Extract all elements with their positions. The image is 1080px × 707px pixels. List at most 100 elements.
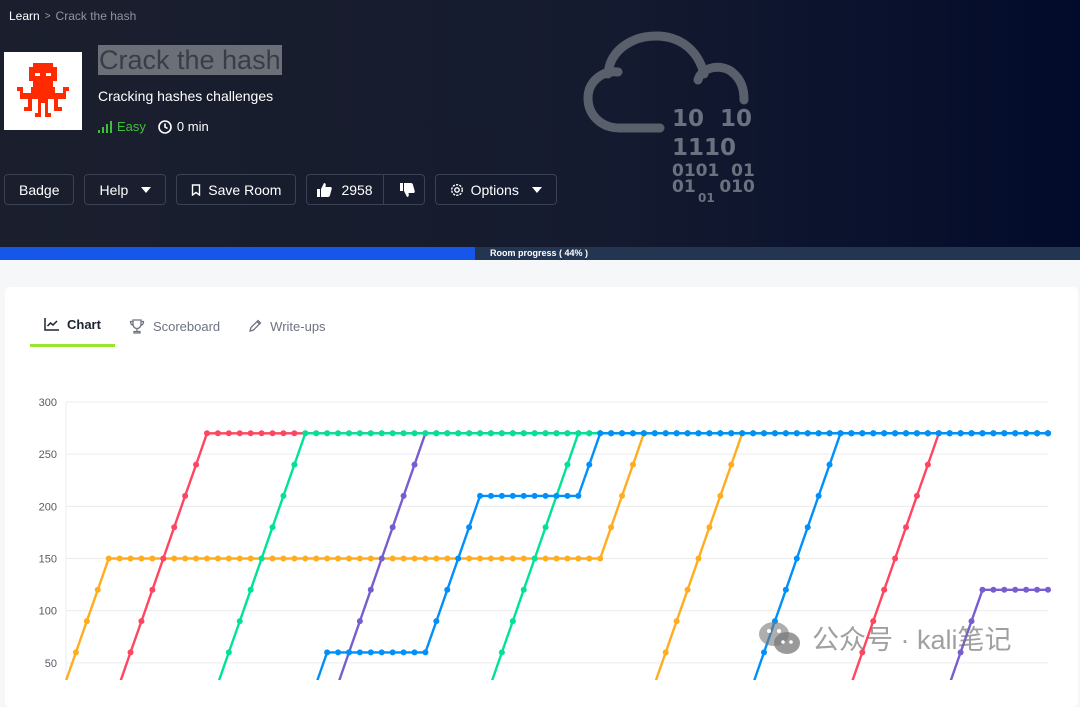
data-point (728, 461, 735, 468)
data-point (193, 461, 200, 468)
data-point (498, 430, 505, 437)
data-point (269, 430, 276, 437)
data-point (619, 492, 626, 499)
data-point (564, 430, 571, 437)
data-point (575, 430, 582, 437)
y-tick-label: 150 (39, 553, 57, 565)
data-point (782, 586, 789, 593)
data-point (793, 430, 800, 437)
wechat-icon (759, 621, 800, 654)
data-point (597, 555, 604, 562)
data-point (684, 586, 691, 593)
data-point (826, 430, 833, 437)
data-point (804, 524, 811, 531)
data-point (881, 430, 888, 437)
data-point (356, 618, 363, 625)
data-point (193, 555, 200, 562)
data-point (127, 649, 134, 656)
data-point (531, 555, 538, 562)
data-point (542, 555, 549, 562)
data-point (160, 555, 167, 562)
data-point (302, 555, 309, 562)
y-tick-label: 50 (45, 658, 57, 670)
data-point (498, 649, 505, 656)
data-point (236, 555, 243, 562)
data-point (236, 618, 243, 625)
data-point (903, 524, 910, 531)
data-point (673, 618, 680, 625)
data-point (815, 492, 822, 499)
data-point (335, 430, 342, 437)
data-point (411, 430, 418, 437)
data-point (542, 492, 549, 499)
data-point (356, 649, 363, 656)
data-point (378, 649, 385, 656)
data-point (367, 555, 374, 562)
data-point (968, 430, 975, 437)
data-point (411, 649, 418, 656)
score-progress-chart: 50 100 150 200 250 300 (39, 397, 1051, 680)
data-point (411, 461, 418, 468)
data-point (739, 430, 746, 437)
data-point (487, 555, 494, 562)
data-point (225, 430, 232, 437)
data-point (826, 461, 833, 468)
data-point (509, 492, 516, 499)
data-point (247, 555, 254, 562)
data-point (291, 461, 298, 468)
data-point (553, 430, 560, 437)
data-point (706, 524, 713, 531)
data-point (881, 586, 888, 593)
data-point (608, 524, 615, 531)
data-point (455, 555, 462, 562)
data-point (979, 430, 986, 437)
data-point (236, 430, 243, 437)
data-point (247, 586, 254, 593)
data-point (487, 492, 494, 499)
data-point (171, 555, 178, 562)
data-point (498, 555, 505, 562)
data-point (542, 524, 549, 531)
data-point (662, 649, 669, 656)
data-point (105, 555, 112, 562)
data-point (335, 649, 342, 656)
data-point (444, 430, 451, 437)
data-point (1023, 430, 1030, 437)
data-point (1045, 586, 1051, 593)
data-point (553, 555, 560, 562)
data-point (433, 430, 440, 437)
data-point (335, 555, 342, 562)
data-point (717, 492, 724, 499)
data-point (1034, 586, 1041, 593)
data-point (433, 618, 440, 625)
data-point (378, 430, 385, 437)
data-point (1012, 586, 1019, 593)
data-point (771, 430, 778, 437)
data-point (280, 492, 287, 499)
data-point (367, 586, 374, 593)
data-point (433, 555, 440, 562)
data-point (1023, 586, 1030, 593)
data-point (640, 430, 647, 437)
data-point (389, 555, 396, 562)
data-point (422, 649, 429, 656)
data-point (455, 430, 462, 437)
data-point (728, 430, 735, 437)
data-point (269, 524, 276, 531)
data-point (509, 430, 516, 437)
data-point (138, 618, 145, 625)
data-point (837, 430, 844, 437)
data-point (804, 430, 811, 437)
data-point (815, 430, 822, 437)
data-point (302, 430, 309, 437)
data-point (913, 492, 920, 499)
chart-y-axis: 50 100 150 200 250 300 (39, 397, 57, 670)
data-point (367, 649, 374, 656)
watermark: 公众号 · kali笔记 (758, 618, 1012, 657)
data-point (564, 492, 571, 499)
data-point (389, 649, 396, 656)
data-point (531, 492, 538, 499)
data-point (903, 430, 910, 437)
data-point (990, 586, 997, 593)
data-point (750, 430, 757, 437)
